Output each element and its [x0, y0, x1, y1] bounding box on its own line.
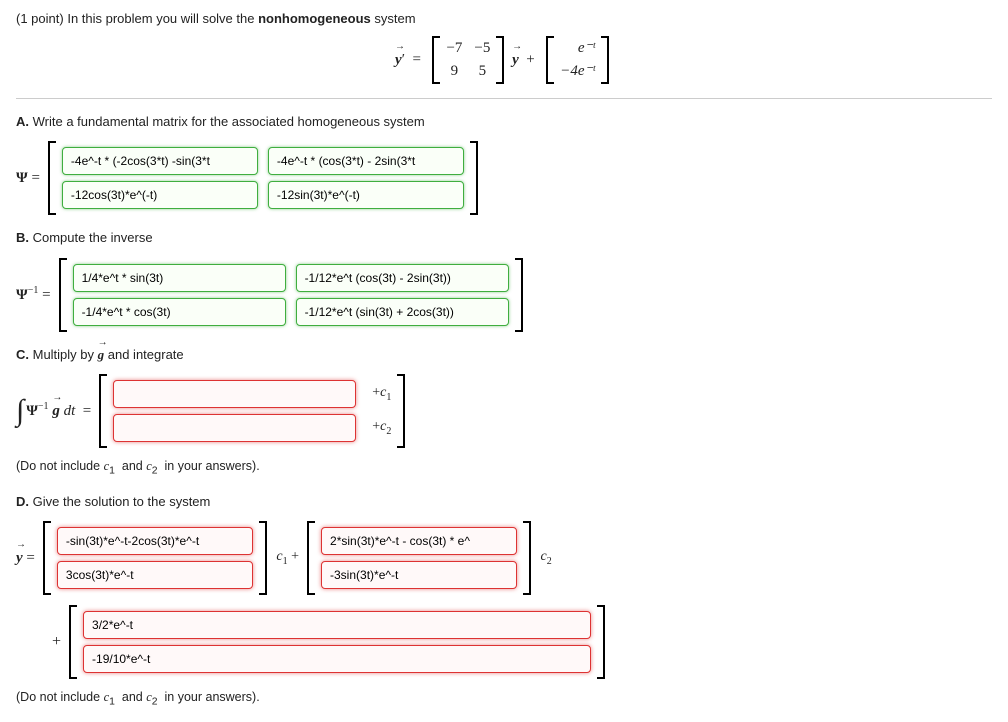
part-a-equation: Ψ =	[16, 141, 992, 215]
a-input-22[interactable]	[268, 181, 464, 209]
part-d-heading: D. Give the solution to the system	[16, 493, 992, 511]
divider	[16, 98, 992, 99]
a-input-21[interactable]	[62, 181, 258, 209]
part-b-heading: B. Compute the inverse	[16, 229, 992, 247]
plus-icon: +	[52, 631, 61, 653]
d-input-v2-1[interactable]	[321, 527, 517, 555]
c-tail-2: +c2	[372, 417, 391, 439]
part-d-note: (Do not include c1 and c2 in your answer…	[16, 689, 992, 710]
part-d-equation-row1: y = c1 + c2	[16, 521, 992, 595]
part-c-heading: C. Multiply by g and integrate	[16, 346, 992, 364]
d-c1-plus: c1 +	[273, 547, 299, 569]
a-input-12[interactable]	[268, 147, 464, 175]
b-input-21[interactable]	[73, 298, 286, 326]
b-input-22[interactable]	[296, 298, 509, 326]
d-input-p-2[interactable]	[83, 645, 591, 673]
c-tail-1: +c1	[372, 383, 391, 405]
part-c-equation: ∫ Ψ−1 g dt = +c1 +c2	[16, 374, 992, 448]
intro-text-c: system	[371, 11, 416, 26]
d-c2: c2	[537, 547, 552, 569]
part-d-equation-row2: +	[44, 605, 992, 679]
points-label: (1 point)	[16, 11, 64, 26]
c-input-1[interactable]	[113, 380, 356, 408]
intro-text-a: In this problem you will solve the	[67, 11, 258, 26]
b-input-12[interactable]	[296, 264, 509, 292]
d-input-v2-2[interactable]	[321, 561, 517, 589]
intro-text-bold: nonhomogeneous	[258, 11, 371, 26]
d-input-p-1[interactable]	[83, 611, 591, 639]
d-input-v1-1[interactable]	[57, 527, 253, 555]
part-a-heading: A. Write a fundamental matrix for the as…	[16, 113, 992, 131]
d-input-v1-2[interactable]	[57, 561, 253, 589]
part-c-note: (Do not include c1 and c2 in your answer…	[16, 458, 992, 479]
c-input-2[interactable]	[113, 414, 356, 442]
a-input-11[interactable]	[62, 147, 258, 175]
system-equation: y′ = −79 −55 y + e⁻ᵗ−4e⁻ᵗ	[16, 36, 992, 84]
part-b-equation: Ψ−1 =	[16, 258, 992, 332]
problem-header: (1 point) In this problem you will solve…	[16, 10, 992, 28]
integral-icon: ∫	[16, 396, 24, 426]
b-input-11[interactable]	[73, 264, 286, 292]
